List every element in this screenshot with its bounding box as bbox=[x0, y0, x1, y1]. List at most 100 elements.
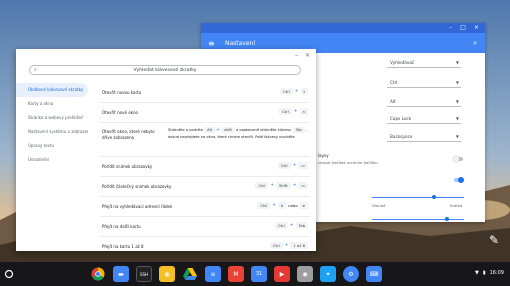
shortcut-keys: Ctrl + ▭ bbox=[277, 162, 308, 169]
settings-icon[interactable]: ⚙ bbox=[343, 266, 359, 282]
plus-sign: + bbox=[293, 109, 298, 114]
plus-sign: + bbox=[289, 223, 294, 228]
shortcut-keys: Ctrl + Tab bbox=[275, 222, 308, 229]
shortcut-row: Pořídit částečný snímek obrazovky Ctrl +… bbox=[100, 177, 310, 197]
select-value: Alt bbox=[390, 99, 396, 104]
close-icon[interactable]: × bbox=[474, 23, 479, 33]
twitter-icon[interactable]: ✦ bbox=[320, 266, 336, 282]
maximize-icon[interactable]: □ bbox=[460, 23, 466, 33]
select-caps-key[interactable]: Caps Lock ▼ bbox=[387, 114, 461, 124]
pinned-apps: ▬ SSH ◉ ≡ M 31 ▶ ◉ ✦ ⚙ ⌨ bbox=[90, 266, 382, 282]
toggle-description: choval tlačítek vrchním tlačítku. bbox=[318, 160, 379, 165]
dropdown-arrow-icon: ▼ bbox=[455, 60, 459, 65]
settings-title: Nastavení bbox=[225, 39, 256, 47]
search-icon[interactable]: ⌕ bbox=[473, 39, 477, 48]
select-value: Vyhledávač bbox=[390, 60, 415, 65]
delay-slider-thumb[interactable] bbox=[432, 195, 436, 199]
shortcut-icon[interactable]: ⌨ bbox=[366, 266, 382, 282]
menu-icon[interactable]: ≡ bbox=[208, 39, 222, 48]
rate-slider-thumb[interactable] bbox=[445, 217, 449, 221]
select-alt-key[interactable]: Alt ▼ bbox=[387, 97, 461, 107]
shortcut-description: Otevřít nové okno bbox=[102, 110, 138, 115]
key: Ctrl bbox=[257, 202, 271, 209]
key: n bbox=[299, 108, 308, 115]
category-page-browser[interactable]: Stránka a webový prohlížeč bbox=[16, 111, 88, 125]
delay-slider[interactable] bbox=[372, 197, 464, 198]
key: e bbox=[299, 202, 308, 209]
docs-icon[interactable]: ≡ bbox=[205, 266, 221, 282]
category-text-editing[interactable]: Úpravy textu bbox=[16, 139, 88, 153]
key: Ctrl bbox=[277, 162, 291, 169]
select-ctrl-key[interactable]: Ctrl ▼ bbox=[387, 78, 461, 88]
shortcut-description: Přejít na další kartu bbox=[102, 224, 141, 229]
shortcut-viewer-window: – × ⌕ Vyhledat klávesové zkratky Oblíben… bbox=[16, 49, 316, 251]
key: shift bbox=[221, 127, 235, 133]
overview-key: ▭ bbox=[298, 162, 308, 169]
minimize-icon[interactable]: – bbox=[295, 52, 298, 59]
search-icon: ⌕ bbox=[34, 67, 37, 73]
category-system-display[interactable]: Nastavení systému a zobrazení bbox=[16, 125, 88, 139]
shortcut-keys: Ctrl + t bbox=[279, 88, 308, 95]
window-controls: – × bbox=[295, 52, 310, 59]
key: Alt bbox=[204, 127, 216, 133]
close-icon[interactable]: × bbox=[305, 52, 310, 59]
shortcut-list: Otevřít novou kartu Ctrl + t Otevřít nov… bbox=[100, 83, 310, 251]
shortcut-keys: Ctrl + n bbox=[279, 108, 308, 115]
keep-icon[interactable]: ◉ bbox=[159, 266, 175, 282]
shelf: ▬ SSH ◉ ≡ M 31 ▶ ◉ ✦ ⚙ ⌨ ▼ ▮ 16:09 bbox=[0, 262, 510, 286]
shortcut-row: Otevřít okno, které nebylo dříve zobraze… bbox=[100, 123, 310, 157]
status-tray[interactable]: ▼ ▮ 16:09 bbox=[475, 270, 504, 276]
key: k bbox=[277, 202, 287, 209]
battery-icon: ▮ bbox=[482, 270, 486, 276]
launcher-icon[interactable] bbox=[4, 269, 14, 279]
plus-sign: + bbox=[216, 128, 220, 133]
drive-icon[interactable] bbox=[182, 266, 198, 282]
plus-sign: + bbox=[270, 183, 274, 188]
category-accessibility[interactable]: Usnadnění bbox=[16, 153, 88, 167]
youtube-icon[interactable]: ▶ bbox=[274, 266, 290, 282]
key: Ctrl bbox=[275, 222, 288, 229]
wifi-icon: ▼ bbox=[474, 270, 479, 276]
dropdown-arrow-icon: ▼ bbox=[455, 99, 459, 104]
shortcut-search-input[interactable]: ⌕ Vyhledat klávesové zkratky bbox=[29, 65, 301, 75]
top-row-toggle[interactable] bbox=[453, 155, 463, 162]
instruction-text: Stiskněte a podržte bbox=[168, 128, 203, 132]
calendar-icon[interactable]: 31 bbox=[251, 266, 267, 282]
shortcut-instructions: Stiskněte a podržte Alt + shift a opakov… bbox=[168, 127, 308, 140]
files-icon[interactable]: ▬ bbox=[113, 266, 129, 282]
category-favorites[interactable]: Oblíbené klávesové zkratky bbox=[16, 83, 88, 97]
ssh-icon[interactable]: SSH bbox=[136, 266, 152, 282]
shortcut-description: Přejít na vyhledávací adresní řádek bbox=[102, 204, 173, 209]
shortcut-keys: Ctrl + k nebo e bbox=[257, 202, 308, 209]
plus-sign: + bbox=[272, 203, 276, 208]
dropdown-arrow-icon: ▼ bbox=[455, 80, 459, 85]
camera-icon[interactable]: ◉ bbox=[297, 266, 313, 282]
toggle-title: layvy bbox=[318, 153, 329, 158]
plus-sign: + bbox=[292, 163, 297, 168]
overview-key: ▭ bbox=[298, 182, 308, 189]
rate-slider[interactable] bbox=[372, 219, 464, 220]
minimize-icon[interactable]: – bbox=[449, 23, 452, 33]
auto-repeat-toggle[interactable] bbox=[454, 176, 464, 183]
clock: 16:09 bbox=[489, 270, 504, 276]
category-tabs-windows[interactable]: Karty a okna bbox=[16, 97, 88, 111]
shortcut-description: Otevřít okno, které nebylo dříve zobraze… bbox=[102, 129, 155, 140]
category-sidebar: Oblíbené klávesové zkratky Karty a okna … bbox=[16, 83, 88, 167]
select-value: Caps Lock bbox=[390, 116, 412, 121]
gmail-icon[interactable]: M bbox=[228, 266, 244, 282]
shortcut-row: Otevřít novou kartu Ctrl + t bbox=[100, 83, 310, 103]
key: 1 až 8 bbox=[290, 242, 308, 249]
toggle-knob bbox=[458, 176, 464, 183]
shortcut-row: Přejít na kartu 1 až 8 Ctrl + 1 až 8 bbox=[100, 237, 310, 251]
select-search-key[interactable]: Vyhledávač ▼ bbox=[387, 58, 461, 68]
key: Shift bbox=[275, 182, 291, 189]
key: t bbox=[300, 88, 308, 95]
or-text: nebo bbox=[288, 203, 298, 208]
stylus-icon[interactable]: ✎ bbox=[489, 233, 501, 247]
dropdown-arrow-icon: ▼ bbox=[455, 116, 459, 121]
plus-sign: + bbox=[294, 89, 299, 94]
instruction-text: a opakovaně stiskněte klávesu bbox=[236, 128, 292, 132]
select-backspace-key[interactable]: Backspace ▼ bbox=[387, 132, 461, 142]
chrome-icon[interactable] bbox=[90, 266, 106, 282]
key: Ctrl bbox=[255, 182, 269, 189]
